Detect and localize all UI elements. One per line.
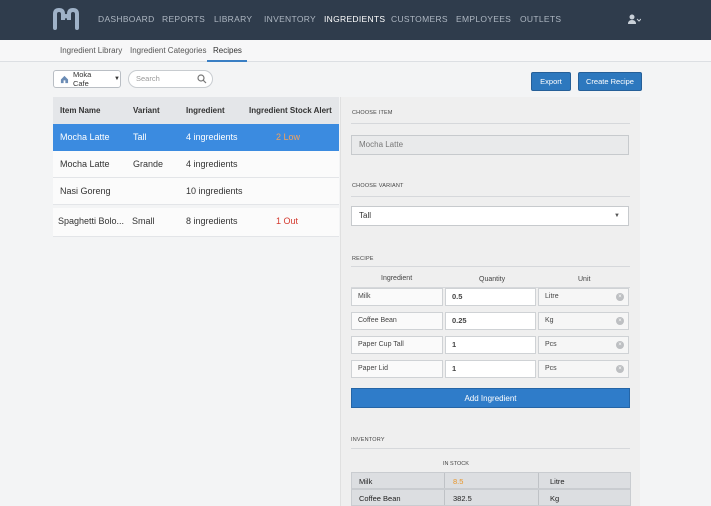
chevron-down-icon: ▼ — [614, 213, 620, 219]
add-ingredient-button[interactable]: Add Ingredient — [351, 388, 630, 408]
recipe-unit[interactable]: Pcs × — [538, 360, 629, 378]
recipe-unit[interactable]: Pcs × — [538, 336, 629, 354]
chevron-down-icon: ▼ — [114, 76, 120, 82]
unit-value: Kg — [545, 317, 554, 324]
choose-variant-label: CHOOSE VARIANT — [352, 183, 404, 189]
col-item-name[interactable]: Item Name — [60, 106, 100, 115]
recipe-unit[interactable]: Litre × — [538, 288, 629, 306]
inventory-label: INVENTORY — [351, 437, 385, 443]
create-recipe-button[interactable]: Create Recipe — [578, 72, 642, 91]
sub-navbar: Ingredient Library Ingredient Categories… — [0, 40, 711, 62]
table-row[interactable]: Spaghetti Bolo... Small 8 ingredients 1 … — [53, 208, 339, 237]
cell-item: Spaghetti Bolo... — [58, 216, 125, 226]
nav-outlets[interactable]: OUTLETS — [520, 14, 561, 24]
cell-stock-alert: 1 Out — [276, 216, 299, 226]
remove-icon[interactable]: × — [616, 293, 624, 301]
recipe-quantity-input[interactable]: 1 — [445, 336, 536, 354]
divider — [444, 490, 445, 505]
inventory-row: Milk 8.5 Litre — [351, 472, 631, 489]
recipe-col-quantity: Quantity — [479, 276, 506, 283]
unit-value: Pcs — [545, 365, 557, 372]
in-stock-label: IN STOCK — [443, 461, 469, 467]
recipe-ingredient[interactable]: Coffee Bean — [351, 312, 443, 330]
inventory-row: Coffee Bean 382.5 Kg — [351, 489, 631, 506]
divider — [538, 490, 539, 505]
col-ingredient[interactable]: Ingredient — [186, 106, 225, 115]
cell-stock-alert: 2 Low — [276, 132, 301, 142]
unit-value: Pcs — [545, 341, 557, 348]
recipe-quantity-input[interactable]: 0.5 — [445, 288, 536, 306]
divider — [351, 196, 630, 197]
recipe-unit[interactable]: Kg × — [538, 312, 629, 330]
divider — [538, 473, 539, 488]
table-row[interactable]: Mocha Latte Tall 4 ingredients 2 Low — [53, 124, 339, 151]
nav-reports[interactable]: REPORTS — [162, 14, 205, 24]
inventory-unit: Litre — [550, 477, 565, 486]
outlet-name: Moka Cafe — [72, 70, 92, 88]
divider — [351, 123, 630, 124]
cell-variant: Small — [132, 216, 155, 226]
recipe-col-ingredient: Ingredient — [381, 275, 413, 282]
inventory-name: Coffee Bean — [359, 494, 401, 503]
recipe-ingredient[interactable]: Paper Cup Tall — [351, 336, 443, 354]
recipe-quantity-input[interactable]: 1 — [445, 360, 536, 378]
recipe-ingredient[interactable]: Paper Lid — [351, 360, 443, 378]
cell-variant: Tall — [133, 132, 147, 142]
unit-value: Litre — [545, 293, 559, 300]
nav-inventory[interactable]: INVENTORY — [264, 14, 316, 24]
cell-ingredient: 4 ingredients — [186, 159, 238, 169]
recipe-quantity-input[interactable]: 0.25 — [445, 312, 536, 330]
divider — [444, 473, 445, 488]
choose-item-label: CHOOSE ITEM — [352, 110, 393, 116]
outlet-dropdown[interactable]: Moka Cafe ▼ — [53, 70, 121, 88]
variant-select[interactable]: Tall ▼ — [351, 206, 629, 226]
inventory-name: Milk — [359, 477, 373, 486]
inventory-unit: Kg — [550, 494, 560, 503]
tab-ingredient-library[interactable]: Ingredient Library — [60, 46, 122, 55]
export-button[interactable]: Export — [531, 72, 571, 91]
remove-icon[interactable]: × — [616, 317, 624, 325]
col-variant[interactable]: Variant — [133, 106, 160, 115]
nav-employees[interactable]: EMPLOYEES — [456, 14, 511, 24]
inventory-stock: 8.5 — [453, 477, 464, 486]
active-tab-indicator — [207, 60, 247, 62]
nav-customers[interactable]: CUSTOMERS — [391, 14, 448, 24]
tab-ingredient-categories[interactable]: Ingredient Categories — [130, 46, 207, 55]
search-input[interactable]: Search — [128, 70, 213, 88]
user-menu-icon[interactable] — [627, 13, 641, 27]
remove-icon[interactable]: × — [616, 341, 624, 349]
table-row[interactable]: Mocha Latte Grande 4 ingredients — [53, 151, 339, 178]
cell-ingredient: 8 ingredients — [186, 216, 238, 226]
col-stock-alert[interactable]: Ingredient Stock Alert — [249, 106, 332, 115]
cell-ingredient: 10 ingredients — [186, 186, 243, 196]
recipe-label: RECIPE — [352, 256, 374, 262]
cell-variant: Grande — [133, 159, 164, 169]
table-row[interactable]: Nasi Goreng 10 ingredients — [53, 178, 339, 205]
item-field[interactable]: Mocha Latte — [351, 135, 629, 155]
table-header: Item Name Variant Ingredient Ingredient … — [53, 97, 339, 124]
remove-icon[interactable]: × — [616, 365, 624, 373]
cell-ingredient: 4 ingredients — [186, 132, 238, 142]
tab-recipes[interactable]: Recipes — [213, 46, 242, 55]
nav-library[interactable]: LIBRARY — [214, 14, 252, 24]
recipe-ingredient[interactable]: Milk — [351, 288, 443, 306]
divider — [351, 448, 630, 449]
recipe-col-unit: Unit — [578, 276, 591, 283]
cell-item: Mocha Latte — [60, 132, 110, 142]
store-icon — [60, 75, 69, 83]
search-icon — [197, 74, 207, 84]
nav-dashboard[interactable]: DASHBOARD — [98, 14, 155, 24]
nav-ingredients[interactable]: INGREDIENTS — [324, 14, 385, 24]
moka-logo-icon[interactable] — [52, 8, 80, 30]
top-navbar: DASHBOARD REPORTS LIBRARY INVENTORY INGR… — [0, 0, 711, 40]
cell-item: Mocha Latte — [60, 159, 110, 169]
cell-item: Nasi Goreng — [60, 186, 111, 196]
search-placeholder: Search — [136, 74, 160, 83]
variant-value: Tall — [359, 211, 372, 220]
divider — [351, 266, 630, 267]
inventory-stock: 382.5 — [453, 494, 472, 503]
